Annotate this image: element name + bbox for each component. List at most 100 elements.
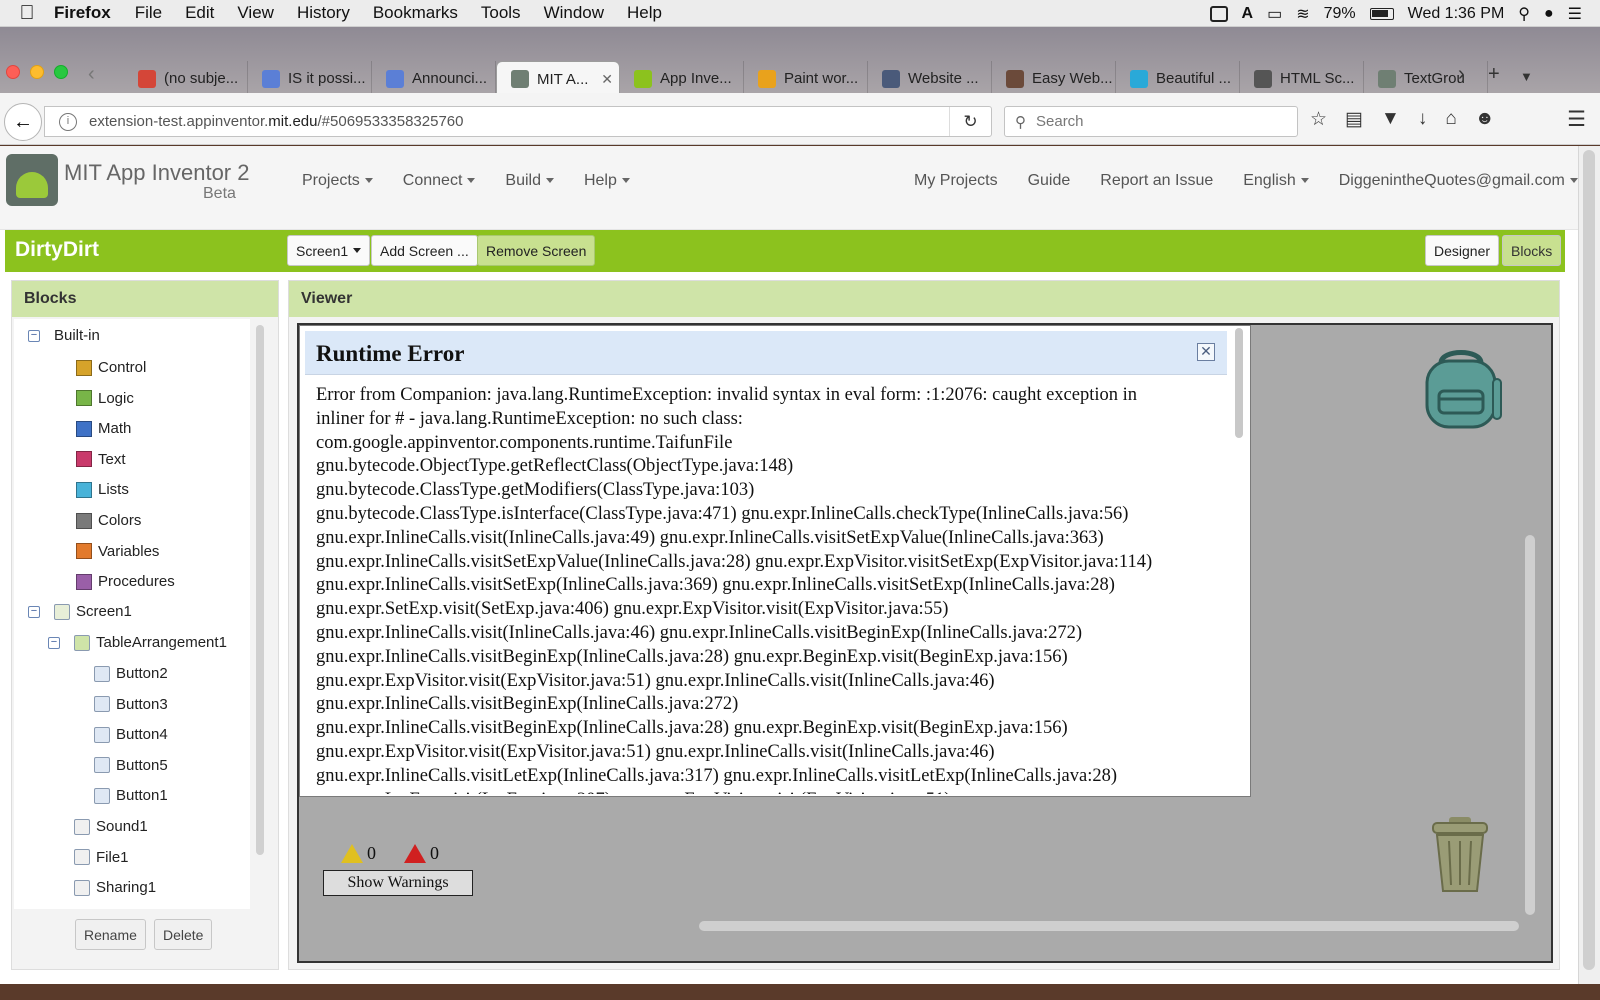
spotlight-search-icon[interactable]: ⚲ <box>1518 4 1530 24</box>
browser-tab[interactable]: Beautiful ... <box>1116 61 1240 96</box>
blocks-workspace[interactable]: Runtime Error ✕ Error from Companion: ja… <box>297 323 1553 963</box>
tab-scroll-left-icon[interactable]: ‹ <box>88 63 95 86</box>
wifi-icon[interactable]: ≋ <box>1296 4 1309 24</box>
browser-tab[interactable]: Announci... <box>372 61 496 96</box>
apple-menu-icon[interactable]:  <box>8 2 46 25</box>
browser-tab[interactable]: (no subje... <box>124 61 248 96</box>
browser-tab[interactable]: Website ... <box>868 61 992 96</box>
tree-item-colors[interactable]: Colors <box>76 512 141 529</box>
menu-bookmarks[interactable]: Bookmarks <box>373 3 458 23</box>
search-input[interactable]: ⚲ Search <box>1004 106 1298 137</box>
menu-edit[interactable]: Edit <box>185 3 214 23</box>
page-scroll-thumb[interactable] <box>1583 150 1595 970</box>
tree-sharing1[interactable]: Sharing1 <box>74 879 156 896</box>
site-info-icon[interactable]: i <box>59 112 77 131</box>
show-warnings-button[interactable]: Show Warnings <box>323 870 473 896</box>
notification-center-icon[interactable]: ☰ <box>1568 4 1582 24</box>
add-screen-button[interactable]: Add Screen ... <box>371 235 478 266</box>
screen-share-icon[interactable] <box>1209 5 1228 22</box>
tree-item-procedures[interactable]: Procedures <box>76 573 175 590</box>
account-menu[interactable]: DiggenintheQuotes@gmail.com <box>1339 172 1578 190</box>
menu-app-firefox[interactable]: Firefox <box>54 3 111 23</box>
battery-icon[interactable] <box>1369 7 1394 20</box>
dialog-scrollbar[interactable] <box>1230 326 1248 796</box>
url-bar[interactable]: i extension-test.appinventor. mit.edu/#50… <box>44 106 992 137</box>
downloads-icon[interactable]: ↓ <box>1418 108 1428 131</box>
browser-tab[interactable]: MIT A... ✕ <box>496 61 620 96</box>
collapse-icon[interactable]: − <box>28 605 40 618</box>
user-icon[interactable]: ● <box>1544 5 1554 23</box>
menu-file[interactable]: File <box>135 3 162 23</box>
app-inventor-logo[interactable] <box>6 154 58 206</box>
pocket-icon[interactable]: ▼ <box>1381 108 1400 131</box>
browser-tab[interactable]: App Inve... <box>620 61 744 96</box>
minimize-window-icon[interactable] <box>30 65 44 79</box>
workspace-horizontal-scrollbar[interactable] <box>699 921 1519 931</box>
my-projects-link[interactable]: My Projects <box>914 172 998 190</box>
tree-file1[interactable]: File1 <box>74 849 129 866</box>
browser-tab[interactable]: IS it possi... <box>248 61 372 96</box>
close-tab-icon[interactable]: ✕ <box>601 71 613 88</box>
tree-item-logic[interactable]: Logic <box>76 390 134 407</box>
tree-tablearrangement1[interactable]: − TableArrangement1 <box>48 634 227 651</box>
guide-link[interactable]: Guide <box>1028 172 1071 190</box>
delete-button[interactable]: Delete <box>154 919 213 950</box>
collapse-icon[interactable]: − <box>48 636 60 649</box>
tree-scroll-thumb[interactable] <box>256 325 264 855</box>
help-menu[interactable]: Help <box>584 172 630 190</box>
new-tab-icon[interactable]: + <box>1488 63 1500 86</box>
report-issue-link[interactable]: Report an Issue <box>1100 172 1213 190</box>
tree-button4[interactable]: Button4 <box>94 726 168 743</box>
menu-history[interactable]: History <box>297 3 350 23</box>
adobe-icon[interactable]: A <box>1242 5 1254 23</box>
screen-select[interactable]: Screen1 <box>287 235 371 266</box>
tree-item-variables[interactable]: Variables <box>76 543 159 560</box>
close-window-icon[interactable] <box>6 65 20 79</box>
tab-list-chevron-down-icon[interactable]: ▼ <box>1520 69 1533 84</box>
close-icon[interactable]: ✕ <box>1197 343 1215 361</box>
tree-button5[interactable]: Button5 <box>94 757 168 774</box>
blocks-button[interactable]: Blocks <box>1502 235 1562 266</box>
tab-scroll-right-icon[interactable]: › <box>1458 63 1465 86</box>
trash-can-icon[interactable] <box>1429 815 1491 895</box>
rename-button[interactable]: Rename <box>75 919 146 950</box>
back-button[interactable]: ← <box>4 103 42 141</box>
browser-tab[interactable]: Paint wor... <box>744 61 868 96</box>
reload-icon[interactable]: ↻ <box>949 107 991 136</box>
build-menu[interactable]: Build <box>505 172 554 190</box>
tree-sound1[interactable]: Sound1 <box>74 818 148 835</box>
tree-item-text[interactable]: Text <box>76 451 126 468</box>
designer-button[interactable]: Designer <box>1425 235 1500 266</box>
menu-tools[interactable]: Tools <box>481 3 521 23</box>
tree-item-control[interactable]: Control <box>76 359 146 376</box>
tree-button1[interactable]: Button1 <box>94 787 168 804</box>
browser-tab[interactable]: TextGrou <box>1364 61 1488 96</box>
dialog-scroll-thumb[interactable] <box>1235 328 1243 438</box>
projects-menu[interactable]: Projects <box>302 172 373 190</box>
tree-builtin[interactable]: − Built-in <box>28 327 100 344</box>
language-menu[interactable]: English <box>1243 172 1309 190</box>
bookmark-star-icon[interactable]: ☆ <box>1310 108 1327 131</box>
browser-tab[interactable]: HTML Sc... <box>1240 61 1364 96</box>
tree-screen1[interactable]: − Screen1 <box>28 603 132 620</box>
menu-window[interactable]: Window <box>544 3 604 23</box>
workspace-vertical-scrollbar[interactable] <box>1525 535 1535 915</box>
reading-list-icon[interactable]: ▤ <box>1345 108 1363 131</box>
airplay-icon[interactable]: ▭ <box>1267 4 1282 24</box>
zoom-window-icon[interactable] <box>54 65 68 79</box>
menu-hamburger-icon[interactable]: ☰ <box>1567 107 1586 132</box>
collapse-icon[interactable]: − <box>28 329 40 342</box>
menu-view[interactable]: View <box>237 3 274 23</box>
tree-button3[interactable]: Button3 <box>94 696 168 713</box>
tree-scrollbar[interactable] <box>254 319 268 909</box>
tree-item-lists[interactable]: Lists <box>76 481 129 498</box>
connect-menu[interactable]: Connect <box>403 172 476 190</box>
tree-item-math[interactable]: Math <box>76 420 131 437</box>
remove-screen-button[interactable]: Remove Screen <box>477 235 596 266</box>
clock[interactable]: Wed 1:36 PM <box>1408 5 1505 23</box>
browser-tab[interactable]: Easy Web... <box>992 61 1116 96</box>
feedback-icon[interactable]: ☻ <box>1475 108 1495 131</box>
backpack-icon[interactable] <box>1419 345 1503 433</box>
menu-help[interactable]: Help <box>627 3 662 23</box>
home-icon[interactable]: ⌂ <box>1445 108 1456 131</box>
